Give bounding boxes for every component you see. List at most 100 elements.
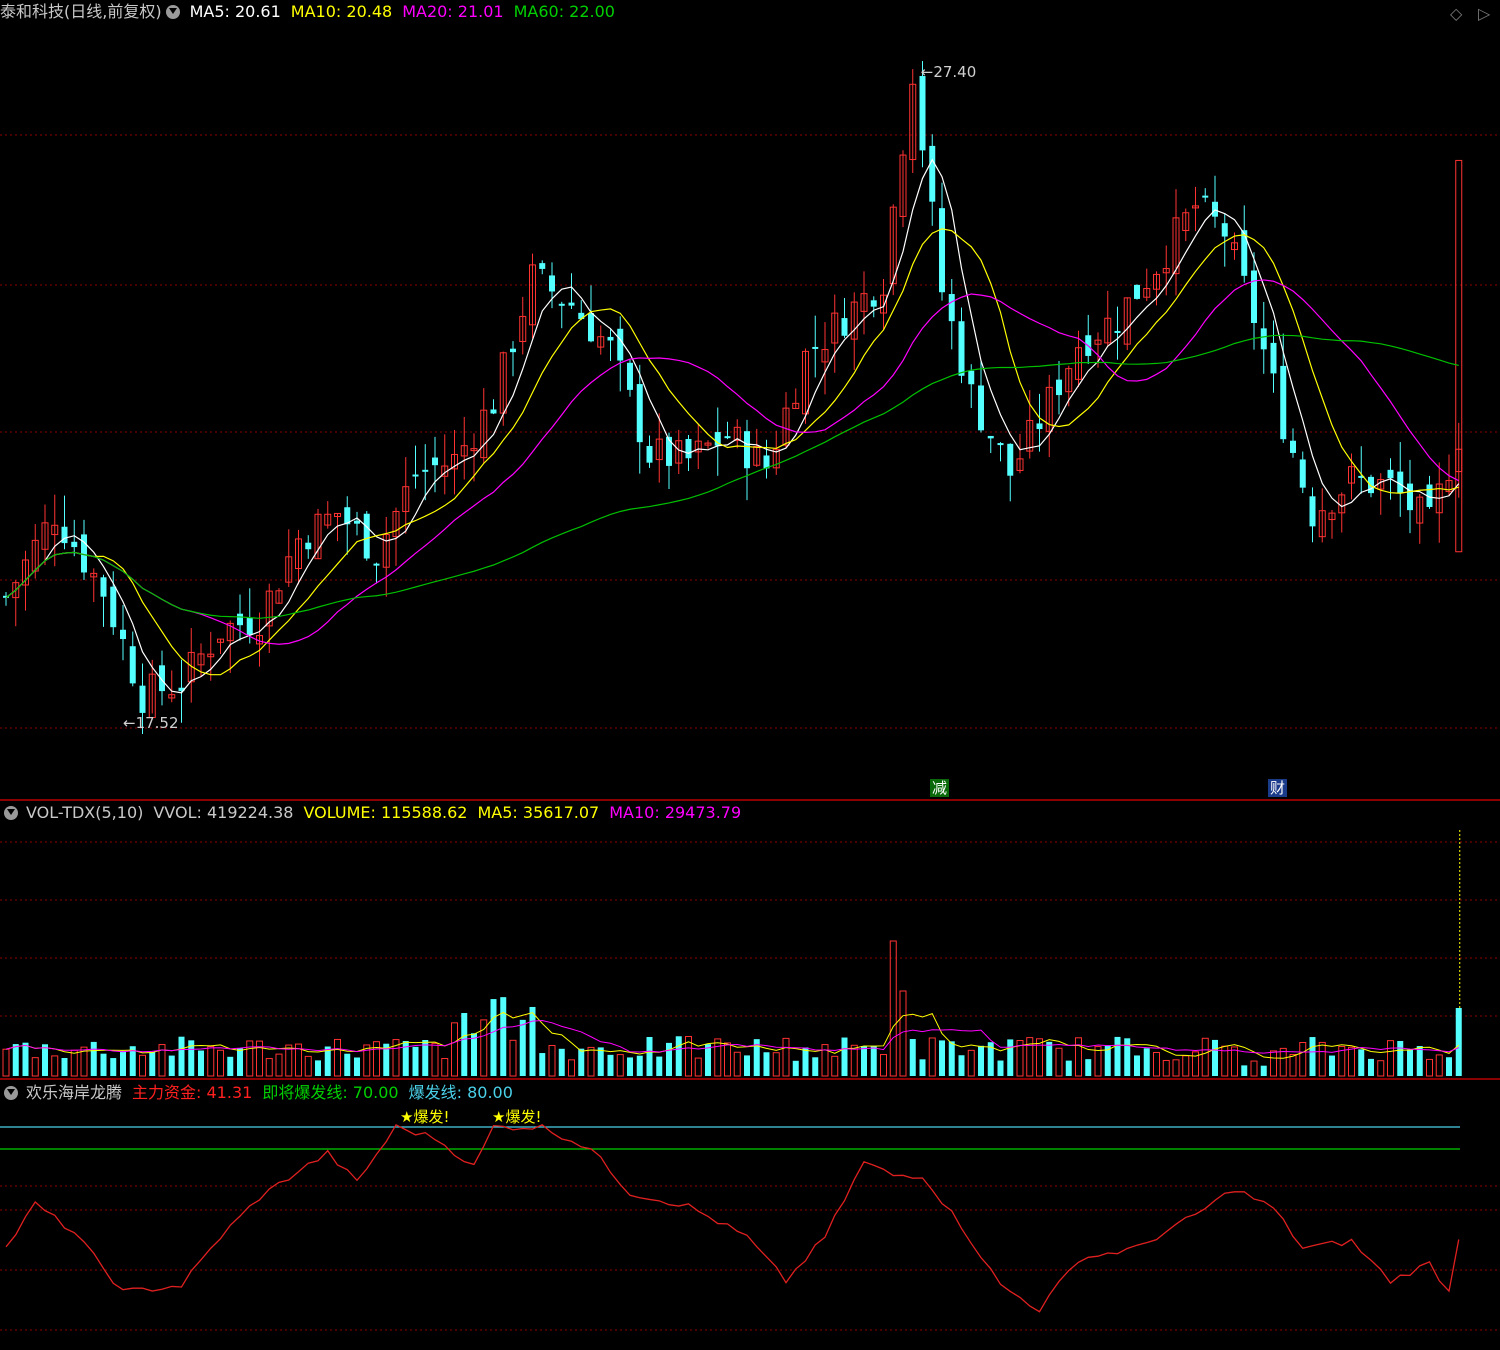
volume-bar	[227, 1056, 234, 1076]
candle-body	[1036, 423, 1043, 430]
volume-bar	[1085, 1059, 1092, 1076]
volume-bar	[705, 1044, 711, 1076]
volume-bar	[714, 1038, 722, 1077]
volume-bar	[627, 1057, 633, 1076]
volume-bar	[1446, 1057, 1452, 1076]
candle-body	[539, 263, 546, 269]
volume-bar	[967, 1049, 975, 1077]
candle-body	[929, 145, 936, 202]
volume-bar	[1358, 1049, 1365, 1076]
candle-body	[812, 346, 819, 349]
volume-bar	[1435, 1054, 1443, 1077]
candle-body	[685, 438, 692, 459]
volume-bar	[636, 1055, 643, 1076]
candle-body	[100, 577, 107, 597]
volume-bar	[889, 940, 897, 1077]
candle-body	[1202, 195, 1209, 198]
volume-bar	[1065, 1060, 1072, 1076]
volume-bar	[694, 1057, 702, 1077]
candle-body	[578, 312, 585, 320]
candle-body	[919, 76, 926, 151]
volume-bar	[509, 1039, 517, 1077]
volume-bar	[1241, 1065, 1248, 1076]
reduce-tag[interactable]: 减	[930, 779, 950, 797]
volume-bar	[480, 1019, 488, 1077]
candle-body	[666, 436, 672, 466]
volume-bar	[997, 1060, 1004, 1076]
candle-body	[841, 318, 848, 336]
candle-body	[1260, 328, 1267, 350]
volume-bar	[616, 1054, 624, 1077]
volume-bar	[656, 1056, 663, 1076]
candle-body	[1290, 440, 1296, 453]
candle-body	[510, 348, 516, 353]
candle-body	[110, 586, 117, 628]
volume-bar	[978, 1045, 984, 1076]
candle-body	[978, 385, 984, 431]
volume-bar	[2, 1048, 10, 1077]
ma10-line	[5, 228, 1459, 676]
volume-bar	[1162, 1059, 1170, 1077]
candle-body	[129, 646, 136, 684]
volume-bar	[607, 1054, 614, 1076]
volume-bar	[217, 1049, 224, 1077]
volume-bar	[237, 1048, 243, 1076]
volume-bar	[1114, 1036, 1121, 1076]
volume-bar	[1153, 1051, 1160, 1077]
volume-bar	[139, 1054, 146, 1077]
candle-body	[432, 457, 438, 466]
price-chart[interactable]: ←27.40 ←17.52	[0, 0, 1500, 800]
volume-bar	[1046, 1041, 1053, 1076]
candle-body	[71, 541, 78, 548]
volume-bar	[1270, 1050, 1277, 1077]
candle-body	[373, 563, 380, 566]
volume-bar	[1143, 1048, 1150, 1076]
volume-bar	[431, 1042, 439, 1077]
volume-bar	[1172, 1059, 1180, 1077]
volume-bar	[1377, 1060, 1385, 1077]
candle-body	[646, 445, 653, 463]
volume-bar	[792, 1060, 799, 1076]
candle-body	[1270, 342, 1277, 374]
candle-body	[1280, 365, 1287, 440]
candle-body	[948, 294, 955, 322]
volume-bar	[1250, 1060, 1258, 1077]
volume-bar	[1007, 1039, 1014, 1076]
volume-bar	[909, 1039, 916, 1076]
main-fund-line	[5, 1123, 1460, 1313]
candle-body	[636, 384, 643, 443]
volume-bar	[1279, 1047, 1287, 1077]
volume-bar	[558, 1048, 565, 1076]
candle-body	[237, 613, 243, 626]
volume-bar	[733, 1051, 741, 1077]
volume-bar	[939, 1040, 945, 1076]
volume-bar	[412, 1046, 419, 1076]
candle-body	[1309, 496, 1316, 527]
volume-bar	[1416, 1046, 1423, 1076]
volume-bar	[500, 997, 507, 1076]
volume-bar	[354, 1057, 360, 1076]
candle-body	[939, 208, 945, 293]
candle-body	[958, 321, 965, 376]
candle-body	[1368, 476, 1374, 494]
volume-bar	[744, 1055, 750, 1076]
volume-bar	[1260, 1065, 1267, 1076]
volume-chart[interactable]	[0, 800, 1500, 1080]
candle-body	[588, 313, 594, 342]
volume-bar	[207, 1046, 215, 1077]
volume-bar	[373, 1041, 380, 1077]
low-price-label: ←17.52	[123, 714, 179, 732]
volume-bar	[1455, 1008, 1462, 1076]
volume-bar	[1318, 1041, 1326, 1077]
volume-bar	[831, 1055, 839, 1077]
high-price-label: ←27.40	[921, 63, 977, 81]
burst-signal: ★爆发!	[492, 1108, 542, 1126]
candle-body	[412, 474, 419, 477]
indicator-chart[interactable]	[0, 1080, 1500, 1350]
finance-tag[interactable]: 财	[1268, 779, 1288, 797]
volume-bar	[490, 999, 497, 1076]
volume-bar	[178, 1036, 185, 1076]
volume-bar	[246, 1040, 254, 1077]
candle-body	[1056, 379, 1062, 396]
volume-bar	[548, 1045, 556, 1077]
